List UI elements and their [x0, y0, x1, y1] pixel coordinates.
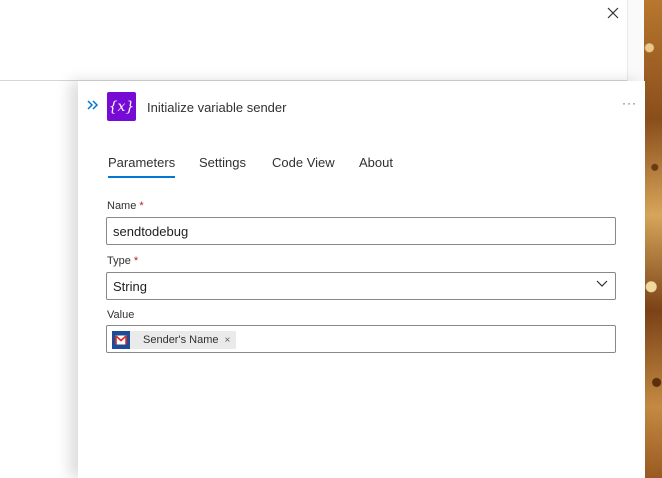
dynamic-content-token[interactable]: Sender's Name ×	[112, 331, 237, 349]
token-label: Sender's Name	[143, 334, 219, 346]
action-details-panel: {x} Initialize variable sender ··· Param…	[78, 81, 645, 478]
variable-icon: {x}	[107, 92, 136, 121]
required-mark: *	[133, 255, 139, 267]
name-label-text: Name	[107, 200, 137, 212]
gmail-icon	[112, 331, 130, 349]
expand-panel-button[interactable]	[86, 99, 100, 111]
tab-parameters[interactable]: Parameters	[108, 155, 176, 178]
required-mark: *	[139, 200, 144, 212]
tab-about[interactable]: About	[359, 155, 393, 176]
designer-canvas[interactable]	[0, 81, 78, 478]
value-field-label: Value	[107, 309, 134, 321]
desktop-background	[644, 0, 662, 478]
value-label-text: Value	[107, 309, 135, 321]
name-input-value: sendtodebug	[113, 224, 189, 239]
name-input[interactable]: sendtodebug	[106, 217, 616, 245]
name-field-label: Name *	[107, 200, 144, 212]
chevron-down-icon	[596, 280, 608, 287]
panel-title[interactable]: Initialize variable sender	[147, 100, 286, 115]
tab-code-view[interactable]: Code View	[272, 155, 335, 176]
more-icon[interactable]: ···	[622, 96, 637, 110]
type-label-text: Type	[107, 255, 131, 267]
type-selected-value: String	[113, 279, 147, 294]
variable-icon-glyph: {x}	[108, 98, 135, 115]
close-button[interactable]	[602, 2, 624, 24]
type-dropdown[interactable]: String	[106, 272, 616, 300]
close-icon	[607, 7, 619, 19]
type-field-label: Type *	[107, 255, 138, 267]
value-input[interactable]: Sender's Name ×	[106, 325, 616, 353]
tab-settings[interactable]: Settings	[199, 155, 246, 176]
double-chevron-right-icon	[87, 100, 99, 110]
designer-header-area	[0, 0, 627, 81]
token-remove-button[interactable]: ×	[224, 335, 230, 346]
